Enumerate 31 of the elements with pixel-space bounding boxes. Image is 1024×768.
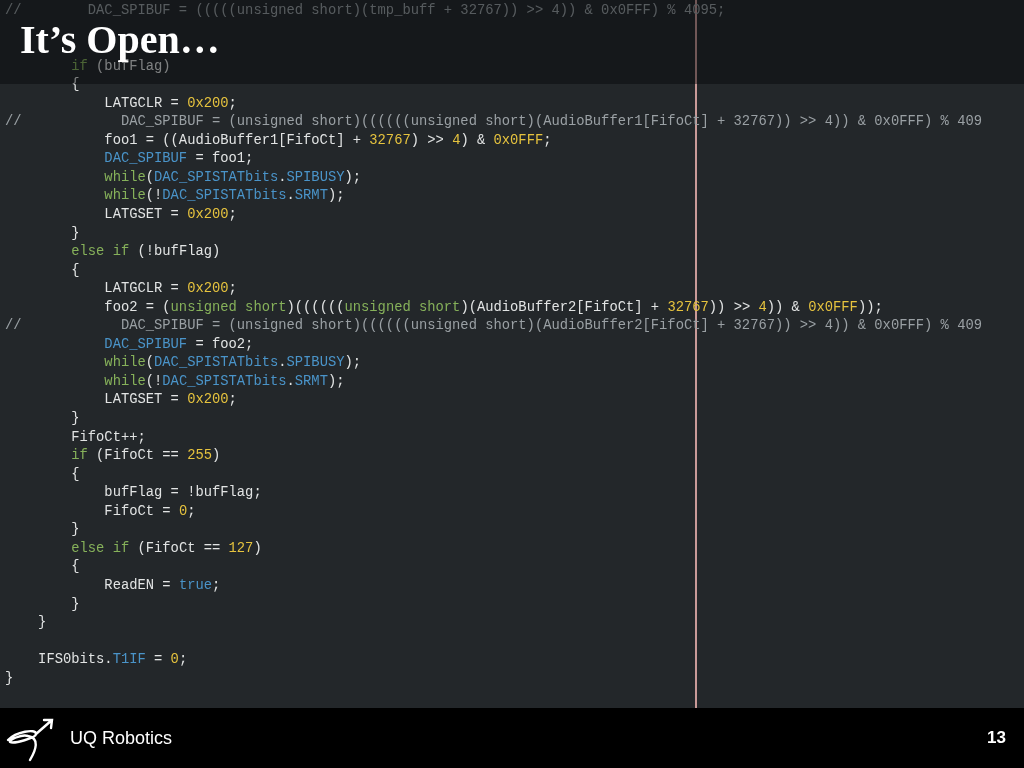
page-number: 13	[987, 727, 1006, 750]
code-line: LATGCLR = 0x200;	[103, 94, 237, 113]
code-line: while(!DAC_SPISTATbits.SRMT);	[103, 372, 345, 391]
organization-name: UQ Robotics	[70, 726, 173, 750]
code-line: }	[37, 614, 47, 633]
code-line: }	[70, 410, 80, 429]
code-line: }	[70, 224, 80, 243]
code-line: foo1 = ((AudioBuffer1[FifoCt] + 32767) >> 4) & 0x0FFF;	[103, 131, 552, 150]
code-line: {	[70, 465, 80, 484]
code-line: while(DAC_SPISTATbits.SPIBUSY);	[103, 354, 362, 373]
code-line: bufFlag = !bufFlag;	[103, 484, 262, 503]
code-line: LATGSET = 0x200;	[103, 391, 237, 410]
code-line: {	[70, 261, 80, 280]
code-line: LATGCLR = 0x200;	[103, 280, 237, 299]
code-line: while(!DAC_SPISTATbits.SRMT);	[103, 187, 345, 206]
code-line: IFS0bits.T1IF = 0;	[37, 651, 188, 670]
code-line: LATGSET = 0x200;	[103, 206, 237, 224]
code-line: DAC_SPIBUF = foo2;	[103, 335, 254, 354]
code-line: if (FifoCt == 255)	[70, 447, 221, 466]
code-line: }	[70, 521, 80, 540]
code-line: ReadEN = true;	[103, 576, 221, 595]
code-line: while(DAC_SPISTATbits.SPIBUSY);	[103, 168, 362, 187]
code-line: }	[70, 595, 80, 614]
code-line: FifoCt++;	[70, 428, 146, 447]
code-line: DAC_SPIBUF = foo1;	[103, 150, 254, 169]
code-line: {	[70, 558, 80, 577]
code-line: else if (!bufFlag)	[70, 243, 221, 262]
code-line: }	[5, 669, 14, 688]
code-line: {	[70, 76, 80, 95]
code-line: else if (FifoCt == 127)	[70, 539, 262, 558]
code-line: FifoCt = 0;	[103, 502, 196, 521]
